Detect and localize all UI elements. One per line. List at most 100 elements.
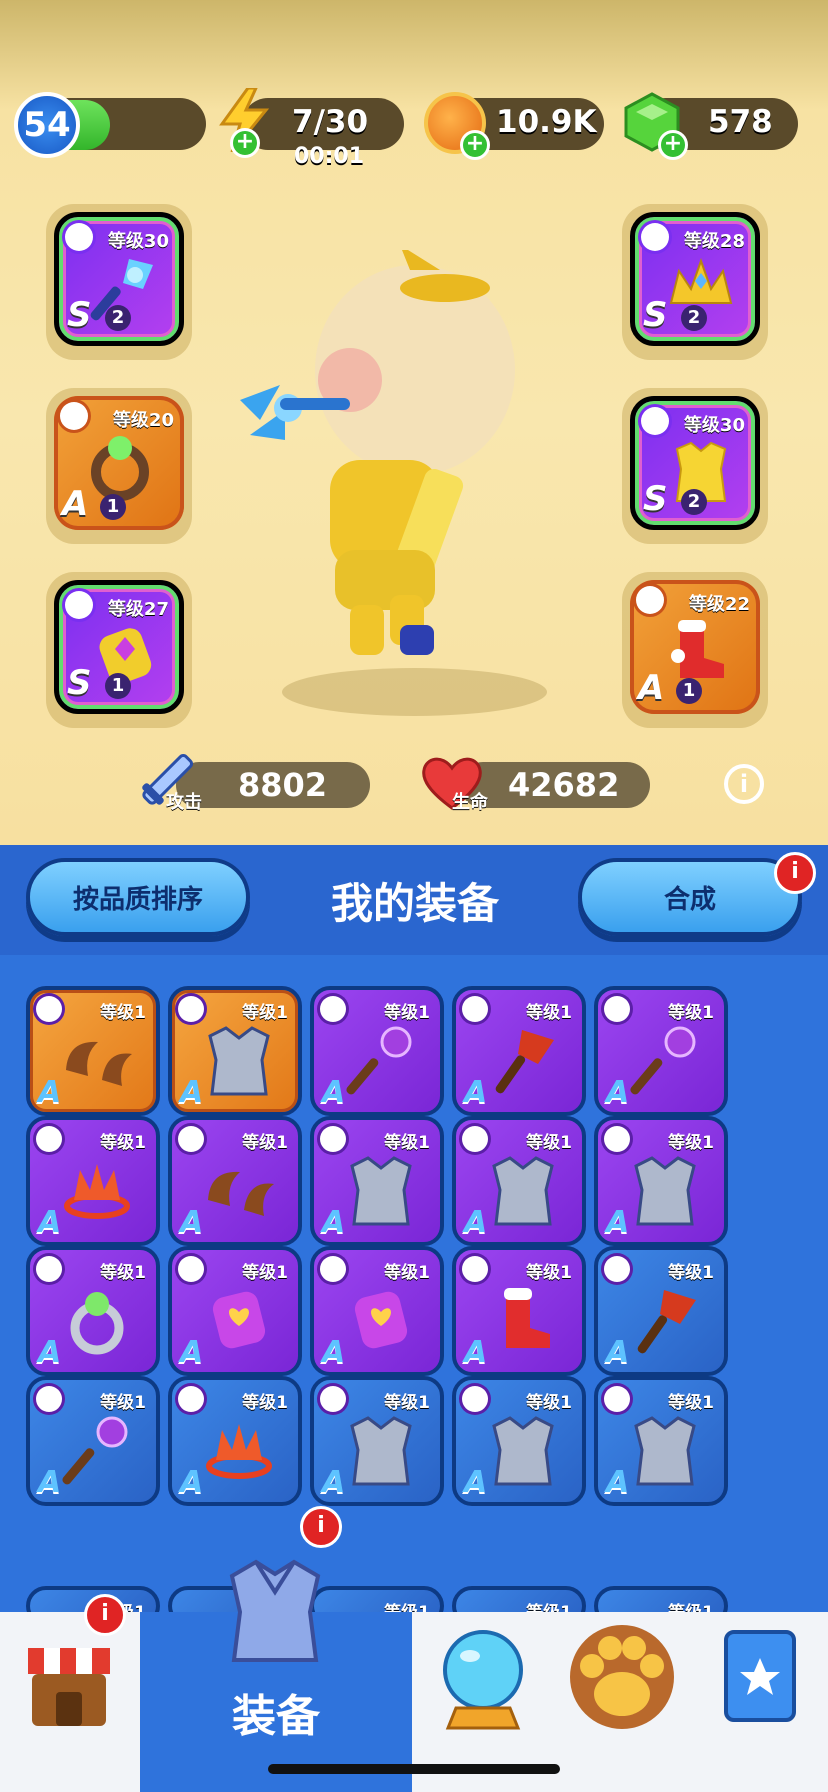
attack-value: 8802 bbox=[238, 766, 328, 804]
slot-type-icon bbox=[320, 1126, 346, 1152]
card-rank: A bbox=[322, 1335, 346, 1370]
equip-slot-weapon[interactable]: 等级30 S 2 bbox=[46, 204, 192, 360]
slot-type-icon bbox=[604, 996, 630, 1022]
merge-alert-badge: i bbox=[774, 852, 816, 894]
slot-type-icon bbox=[178, 1386, 204, 1412]
inventory-card[interactable]: 等级1 A bbox=[168, 1116, 302, 1246]
inventory-card[interactable]: 等级1 A bbox=[26, 1246, 160, 1376]
slot-level: 等级27 bbox=[107, 599, 169, 620]
panel-title: 我的装备 bbox=[330, 879, 499, 928]
slot-type-icon bbox=[36, 996, 62, 1022]
ring-icon bbox=[91, 436, 149, 501]
gem-plus-icon[interactable]: + bbox=[658, 130, 688, 160]
inventory-card[interactable]: 等级1 A bbox=[594, 1116, 728, 1246]
boot-icon bbox=[504, 1288, 550, 1348]
card-rank: A bbox=[38, 1205, 62, 1240]
rank-letter: S bbox=[643, 479, 668, 519]
card-rank: A bbox=[180, 1335, 204, 1370]
inventory-card[interactable]: 等级1 A bbox=[168, 986, 302, 1116]
slot-type-icon bbox=[462, 996, 488, 1022]
bracer-icon bbox=[212, 1291, 266, 1349]
slot-frame: 等级30 S 2 bbox=[54, 212, 184, 346]
star-card-icon[interactable] bbox=[722, 1628, 798, 1724]
inventory-card[interactable]: 等级1 A bbox=[452, 1376, 586, 1506]
inventory-card[interactable]: 等级1 A bbox=[26, 1116, 160, 1246]
card-rank: A bbox=[464, 1075, 488, 1110]
life-value: 42682 bbox=[508, 766, 620, 804]
armor-icon bbox=[208, 1026, 270, 1096]
inventory-card[interactable]: 等级1 A bbox=[310, 1246, 444, 1376]
inventory-card[interactable]: 等级1 A bbox=[452, 1246, 586, 1376]
inventory-card[interactable]: 等级1 A bbox=[594, 1246, 728, 1376]
star-count: 2 bbox=[105, 305, 131, 331]
inventory-card[interactable]: 等级1 A bbox=[594, 1376, 728, 1506]
paw-icon[interactable] bbox=[566, 1622, 678, 1732]
card-rank: A bbox=[38, 1335, 62, 1370]
armor-icon bbox=[492, 1416, 554, 1486]
merge-button[interactable]: 合成 bbox=[578, 858, 802, 936]
player-level-badge[interactable]: 54 bbox=[14, 92, 80, 158]
energy-plus-icon[interactable]: + bbox=[230, 128, 260, 158]
slot-type-icon bbox=[604, 1126, 630, 1152]
slot-type-icon bbox=[462, 1126, 488, 1152]
card-rank: A bbox=[606, 1205, 630, 1240]
card-rank: A bbox=[606, 1335, 630, 1370]
nav-active-label: 装备 bbox=[232, 1691, 320, 1742]
armor-icon bbox=[350, 1416, 412, 1486]
equip-slot-helmet[interactable]: 等级28 S 2 bbox=[622, 204, 768, 360]
horns-icon bbox=[208, 1171, 274, 1216]
boot-type-icon bbox=[636, 586, 664, 614]
energy-value: 7/30 bbox=[292, 104, 369, 140]
inventory-card[interactable]: 等级1 A bbox=[168, 1246, 302, 1376]
card-rank: A bbox=[180, 1465, 204, 1500]
slot-type-icon bbox=[36, 1126, 62, 1152]
equip-slot-boots[interactable]: 等级22 A 1 bbox=[622, 572, 768, 728]
inventory-card[interactable]: 等级1 A bbox=[310, 986, 444, 1116]
card-rank: A bbox=[606, 1075, 630, 1110]
slot-type-icon bbox=[320, 1386, 346, 1412]
coin-plus-icon[interactable]: + bbox=[460, 130, 490, 160]
hero-character[interactable] bbox=[240, 250, 560, 690]
sort-by-quality-button[interactable]: 按品质排序 bbox=[26, 858, 250, 936]
card-rank: A bbox=[322, 1205, 346, 1240]
coin-value: 10.9K bbox=[496, 104, 597, 140]
shop-icon[interactable] bbox=[26, 1638, 112, 1730]
crystal-ball-icon[interactable] bbox=[438, 1628, 528, 1732]
inventory-card[interactable]: 等级1 A bbox=[310, 1376, 444, 1506]
rank-letter: A bbox=[62, 484, 89, 524]
card-rank: A bbox=[464, 1205, 488, 1240]
crown-icon bbox=[64, 1164, 130, 1219]
slot-level: 等级22 bbox=[688, 594, 750, 615]
card-rank: A bbox=[464, 1465, 488, 1500]
slot-type-icon bbox=[178, 1256, 204, 1282]
info-icon[interactable]: i bbox=[724, 764, 764, 804]
slot-level: 等级28 bbox=[683, 231, 745, 252]
inventory-card[interactable]: 等级1 A bbox=[452, 986, 586, 1116]
rank-letter: S bbox=[67, 663, 92, 703]
equipment-alert-badge: i bbox=[300, 1506, 342, 1548]
star-count: 1 bbox=[105, 673, 131, 699]
armor-type-icon bbox=[641, 407, 669, 435]
inventory-card[interactable]: 等级1 A bbox=[452, 1116, 586, 1246]
armor-icon bbox=[634, 1156, 696, 1226]
equip-slot-ring[interactable]: 等级20 A 1 bbox=[46, 388, 192, 544]
slot-level: 等级30 bbox=[107, 231, 169, 252]
equip-slot-bracer[interactable]: 等级27 S 1 bbox=[46, 572, 192, 728]
inventory-card[interactable]: 等级1 A bbox=[168, 1376, 302, 1506]
staff-icon bbox=[346, 1026, 412, 1095]
inventory-card[interactable]: 等级1 A bbox=[594, 986, 728, 1116]
inventory-card[interactable]: 等级1 A bbox=[26, 986, 160, 1116]
home-indicator bbox=[268, 1764, 560, 1774]
staff-type-icon bbox=[65, 223, 93, 251]
rank-letter: S bbox=[643, 295, 668, 335]
slot-type-icon bbox=[462, 1256, 488, 1282]
slot-type-icon bbox=[320, 996, 346, 1022]
slot-frame: 等级30 S 2 bbox=[630, 396, 760, 530]
equipment-icon bbox=[229, 1559, 321, 1662]
card-rank: A bbox=[180, 1205, 204, 1240]
inventory-card[interactable]: 等级1 A bbox=[26, 1376, 160, 1506]
helmet-type-icon bbox=[641, 223, 669, 251]
inventory-card[interactable]: 等级1 A bbox=[310, 1116, 444, 1246]
slot-type-icon bbox=[36, 1256, 62, 1282]
equip-slot-armor[interactable]: 等级30 S 2 bbox=[622, 388, 768, 544]
